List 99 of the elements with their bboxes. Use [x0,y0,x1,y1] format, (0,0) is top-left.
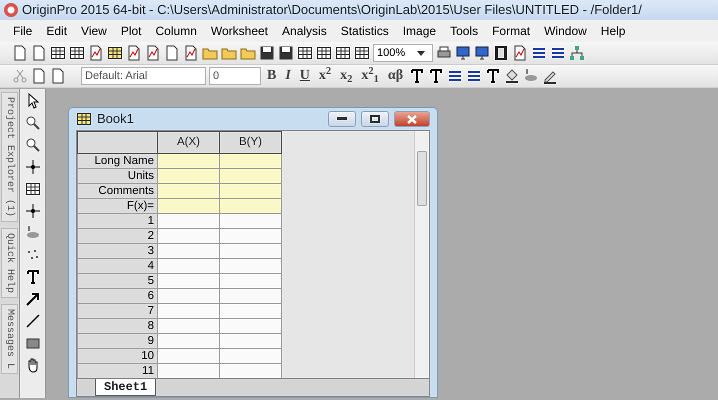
font-size-dropdown[interactable]: 0 [209,67,261,85]
row-number: 5 [78,274,158,288]
hierarchy-icon[interactable] [569,45,585,61]
column-header[interactable]: A(X) [158,132,220,154]
dock-tab[interactable]: Messages L [1,304,18,374]
fill-color-icon[interactable] [504,68,520,84]
text-tool-icon[interactable] [24,269,40,285]
menu-item[interactable]: Column [148,22,204,40]
app-logo-icon [3,2,19,18]
zoom-in-icon[interactable] [24,115,40,131]
data-cell[interactable] [220,348,282,364]
zoom-dropdown[interactable]: 100% [373,44,433,62]
close-icon [407,114,417,124]
row-number: 4 [78,258,158,274]
new-table-icon[interactable] [107,45,123,61]
new-matrix-icon[interactable] [69,45,85,61]
arrow-icon[interactable] [24,291,40,307]
row-number: 1 [78,214,158,228]
column-header[interactable]: B(Y) [220,132,282,154]
data-cell[interactable] [220,244,282,258]
label-cell[interactable] [220,154,282,168]
data-cell[interactable] [158,258,220,274]
row-label: F(x)= [78,198,158,214]
label-cell[interactable] [158,184,220,198]
maximize-button[interactable] [361,111,389,127]
data-cell[interactable] [158,364,220,378]
menu-item[interactable]: Statistics [334,22,396,40]
row-number: 7 [78,304,158,318]
label-cell[interactable] [220,198,282,214]
workbook-icon [76,111,92,127]
row-number: 2 [78,228,158,244]
new-graph-icon[interactable] [88,45,104,61]
label-cell[interactable] [158,154,220,168]
menu-item[interactable]: Plot [114,22,149,40]
data-cell[interactable] [158,244,220,258]
menu-item[interactable]: Tools [443,22,486,40]
format-button[interactable]: B [264,69,280,83]
data-cell[interactable] [220,304,282,318]
data-cell[interactable] [220,214,282,228]
maximize-icon [370,115,380,123]
row-label: Long Name [78,154,158,168]
close-button[interactable] [394,111,430,127]
data-cell[interactable] [158,334,220,348]
save-icon[interactable] [259,45,275,61]
data-cell[interactable] [158,348,220,364]
menu-item[interactable]: Format [485,22,538,40]
data-cell[interactable] [220,274,282,288]
format-button[interactable]: x$_{2}$ [337,69,356,83]
menu-item[interactable]: File [6,22,40,40]
data-cell[interactable] [220,258,282,274]
row-label: Comments [78,184,158,198]
data-cell[interactable] [158,274,220,288]
data-cell[interactable] [220,228,282,244]
sheet-tab[interactable]: Sheet1 [95,379,156,396]
format-button[interactable]: I [282,69,294,83]
scroll-thumb[interactable] [417,151,427,206]
label-cell[interactable] [158,198,220,214]
label-cell[interactable] [220,168,282,184]
menu-item[interactable]: Help [594,22,632,40]
data-cell[interactable] [220,334,282,348]
data-cell[interactable] [220,364,282,378]
format-button[interactable]: αβ [384,69,406,83]
row-label: Units [78,168,158,184]
new-workbook-icon[interactable] [50,45,66,61]
menu-item[interactable]: View [74,22,114,40]
data-cell[interactable] [158,214,220,228]
row-number: 6 [78,288,158,304]
data-cell[interactable] [158,304,220,318]
dock-tab[interactable]: Project Explorer (1) [1,92,18,222]
row-number: 8 [78,318,158,334]
label-cell[interactable] [158,168,220,184]
new-document-icon[interactable] [12,45,28,61]
row-number: 9 [78,334,158,348]
menu-item[interactable]: Edit [39,22,74,40]
window-title: OriginPro 2015 64-bit - C:\Users\Administrator\Documents\OriginLab\2015\User Files\UNTITLED - /Folder1/ [22,1,642,20]
crosshair-icon[interactable] [24,159,40,175]
menu-item[interactable]: Analysis [275,22,334,40]
data-cell[interactable] [220,288,282,304]
format-button[interactable]: x$^{2}$ [316,69,334,83]
zoom-out-icon[interactable] [24,137,40,153]
menu-item[interactable]: Worksheet [204,22,276,40]
row-number: 10 [78,348,158,364]
minimize-icon [337,117,347,121]
row-number: 3 [78,244,158,258]
label-cell[interactable] [220,184,282,198]
data-cell[interactable] [158,288,220,304]
format-button[interactable]: U [296,69,313,83]
dock-tab[interactable]: Quick Help [1,228,18,298]
menu-item[interactable]: Image [396,22,444,40]
vertical-scrollbar[interactable] [414,131,429,380]
line-icon[interactable] [24,313,40,329]
data-cell[interactable] [158,318,220,334]
data-cell[interactable] [220,318,282,334]
minimize-button[interactable] [328,111,356,127]
row-number: 11 [78,364,158,378]
book-title: Book1 [97,110,135,128]
menu-item[interactable]: Window [537,22,594,40]
font-dropdown[interactable]: Default: Arial [81,67,206,85]
data-cell[interactable] [158,228,220,244]
